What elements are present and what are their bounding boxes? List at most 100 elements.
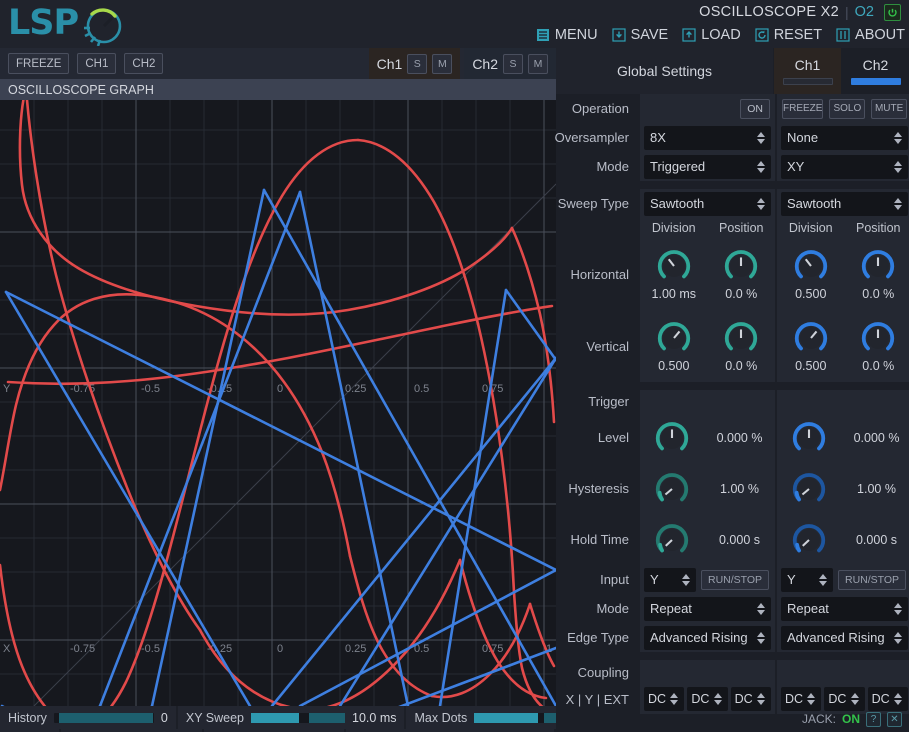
ch-solo-button[interactable]: SOLO <box>829 98 866 119</box>
x-tick: 0.25 <box>345 643 366 655</box>
ch1-solo-button[interactable]: S <box>407 53 428 74</box>
vertical-ch-position: 0.0 % <box>845 319 909 373</box>
ch-mute-button[interactable]: MUTE <box>871 98 908 119</box>
edge-type-global-value: Advanced Rising <box>650 630 748 645</box>
about-button[interactable]: ABOUT <box>836 27 905 43</box>
chevron-updown-icon <box>680 573 696 586</box>
level-global-col: 0.000 % <box>640 412 775 463</box>
operation-on-button[interactable]: ON <box>740 98 770 119</box>
chevron-updown-icon <box>892 131 908 144</box>
input-ch-select[interactable]: Y <box>781 567 833 592</box>
reset-icon <box>755 28 769 42</box>
save-button[interactable]: SAVE <box>611 27 668 43</box>
mode-global-select[interactable]: Triggered <box>644 154 771 179</box>
oversampler-ch-col: None <box>777 123 909 152</box>
history-slider-track2 <box>58 712 153 723</box>
run-stop-ch-button[interactable]: RUN/STOP <box>838 569 907 590</box>
row-trigger-mode: Mode Repeat Repeat <box>556 594 909 623</box>
mode-ch-select[interactable]: XY <box>781 154 908 179</box>
scope-toolbar: FREEZE CH1 CH2 Ch1 S M Ch2 S M <box>0 48 556 79</box>
knob-dial[interactable] <box>722 319 760 357</box>
tab-ch2[interactable]: Ch2 <box>842 48 909 94</box>
knob-dial[interactable] <box>859 247 897 285</box>
title-separator: | <box>845 4 849 20</box>
knob-dial[interactable] <box>859 319 897 357</box>
run-stop-global-button[interactable]: RUN/STOP <box>701 569 770 590</box>
knob-dial[interactable] <box>790 521 828 559</box>
load-button[interactable]: LOAD <box>682 27 741 43</box>
oversampler-ch-select[interactable]: None <box>781 125 908 150</box>
edge-type-global-select[interactable]: Advanced Rising <box>644 625 771 650</box>
input-label: Input <box>600 572 629 587</box>
tab-ch1[interactable]: Ch1 <box>774 48 841 94</box>
sweep-ch-select[interactable]: Sawtooth <box>781 191 908 216</box>
xysweep-slider[interactable] <box>251 712 346 723</box>
ch1-group-label: Ch1 <box>376 55 403 72</box>
history-slider[interactable] <box>53 712 154 723</box>
title-row: OSCILLOSCOPE X2 | O2 <box>699 0 901 24</box>
oversampler-ch-value: None <box>787 130 819 145</box>
oversampler-global-select[interactable]: 8X <box>644 125 771 150</box>
knob-dial[interactable] <box>790 419 828 457</box>
coupling-global-head <box>640 660 775 684</box>
sweep-global-select[interactable]: Sawtooth <box>644 191 771 216</box>
knob-dial[interactable] <box>792 247 830 285</box>
chevron-updown-icon <box>892 631 908 644</box>
oscilloscope-graph[interactable]: Y -0.75 -0.5 -0.25 0 0.25 0.5 0.75 X -0.… <box>0 100 556 706</box>
position-header: Position <box>856 221 901 235</box>
trigger-mode-ch-select[interactable]: Repeat <box>781 596 908 621</box>
trigger-mode-global-select[interactable]: Repeat <box>644 596 771 621</box>
knob-dial[interactable] <box>792 319 830 357</box>
power-icon[interactable] <box>884 3 901 21</box>
hold-time-ch-value: 0.000 s <box>855 532 897 547</box>
input-global-select[interactable]: Y <box>644 567 696 592</box>
hold-time-ch-col: 0.000 s <box>777 514 909 565</box>
coupling-ch-head <box>777 660 909 684</box>
freeze-button[interactable]: FREEZE <box>8 53 70 74</box>
mode-ch-col: XY <box>777 152 909 181</box>
knob-dial[interactable] <box>653 419 691 457</box>
maxdots-slider-fill <box>474 712 539 723</box>
row-trigger-header: Trigger <box>556 390 909 412</box>
knob-dial[interactable] <box>655 319 693 357</box>
tab-ch2-indicator <box>850 78 901 85</box>
reset-button[interactable]: RESET <box>755 27 822 43</box>
edge-type-ch-select[interactable]: Advanced Rising <box>781 625 908 650</box>
x-tick: 0 <box>277 643 283 655</box>
knob-dial[interactable] <box>722 247 760 285</box>
knob-dial[interactable] <box>655 247 693 285</box>
knob-value: 0.500 <box>795 287 827 301</box>
chevron-updown-icon <box>755 693 771 705</box>
gauge-icon <box>84 8 122 46</box>
vertical-global-position: 0.0 % <box>708 319 776 373</box>
history-value: 0 <box>160 710 168 725</box>
ch2-mute-button[interactable]: M <box>528 53 548 74</box>
row-level: Level 0.000 % 0.000 % <box>556 412 909 463</box>
horizontal-ch-col: 0.500 0.0 % <box>777 238 909 310</box>
ch2-solo-mute-group: Ch2 S M <box>464 48 556 79</box>
xysweep-slider-track2 <box>309 712 346 723</box>
xysweep-slider-fill <box>251 712 300 723</box>
ch2-solo-button[interactable]: S <box>503 53 523 74</box>
knob-dial[interactable] <box>653 521 691 559</box>
edge-type-ch-value: Advanced Rising <box>787 630 885 645</box>
coupling-ch-ext-value: DC <box>871 692 890 706</box>
ch1-toggle-button[interactable]: CH1 <box>77 53 117 74</box>
knob-dial[interactable] <box>790 470 828 508</box>
resize-icon[interactable]: ✕ <box>887 711 902 727</box>
knob-dial[interactable] <box>653 470 691 508</box>
menu-button[interactable]: MENU <box>536 27 598 43</box>
vertical-label: Vertical <box>586 338 629 354</box>
ch2-toggle-button[interactable]: CH2 <box>124 53 164 74</box>
ch1-solo-mute-group: Ch1 S M <box>368 48 461 79</box>
trigger-mode-label: Mode <box>596 601 629 616</box>
row-vertical: Vertical 0.500 0.0 % 0.500 0.0 % <box>556 310 909 382</box>
ch-freeze-button[interactable]: FREEZE <box>782 98 824 119</box>
ch1-mute-button[interactable]: M <box>432 53 453 74</box>
knob-value: 1.00 ms <box>651 287 696 301</box>
help-icon[interactable]: ? <box>866 711 881 727</box>
hysteresis-global-knob-wrap <box>640 470 704 508</box>
mode-global-col: Triggered <box>640 152 775 181</box>
history-label: History <box>8 710 47 725</box>
maxdots-slider[interactable] <box>474 712 561 723</box>
